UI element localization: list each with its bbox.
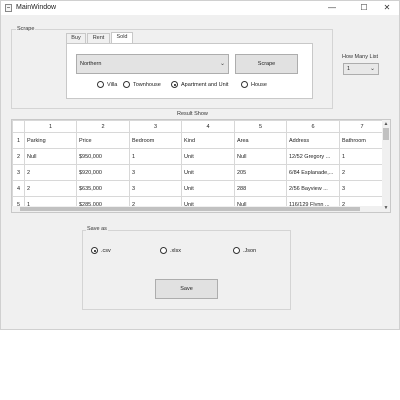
horizontal-scrollbar[interactable] [12, 206, 382, 212]
row-header[interactable]: 3 [12, 164, 25, 181]
table-cell[interactable]: Null [234, 148, 287, 165]
table-cell[interactable]: Unit [181, 148, 235, 165]
how-many-label: How Many List [342, 54, 379, 60]
save-group-label: Save as [86, 226, 108, 232]
table-cell[interactable]: Null [24, 148, 77, 165]
radio-csv[interactable]: .csv [91, 247, 111, 254]
table-cell[interactable]: 2 [24, 180, 77, 197]
table-cell[interactable]: 2 [339, 164, 385, 181]
table-cell[interactable]: 288 [234, 180, 287, 197]
title-bar: MainWindow — ☐ ✕ [1, 1, 399, 15]
scrape-group-label: Scrape [16, 26, 36, 32]
corner-header [12, 120, 25, 133]
radio-label: .csv [101, 247, 111, 254]
radio-label: Apartment and Unit [181, 81, 229, 88]
scrape-button[interactable]: Scrape [235, 54, 298, 74]
table-cell[interactable]: 3 [129, 180, 182, 197]
table-cell[interactable]: 1 [129, 148, 182, 165]
table-cell[interactable]: 1 [339, 148, 385, 165]
scrollbar-thumb[interactable] [20, 207, 360, 211]
radio-apartment-and-unit[interactable]: Apartment and Unit [171, 81, 228, 88]
radio-circle[interactable] [241, 81, 248, 88]
column-header[interactable]: 1 [24, 120, 77, 133]
region-select[interactable]: Northern ⌄ [76, 54, 229, 74]
tab-buy[interactable]: Buy [66, 33, 86, 43]
column-header[interactable]: 4 [181, 120, 235, 133]
radio-label: .xlsx [170, 247, 181, 254]
column-header[interactable]: 7 [339, 120, 385, 133]
region-select-value: Northern [80, 61, 102, 67]
table-cell[interactable]: Kind [181, 132, 235, 149]
table-cell[interactable]: 2/56 Bayview ... [286, 180, 340, 197]
tab-sold[interactable]: Sold [111, 32, 133, 43]
table-row: 1 Parking Price Bedroom Kind Area Addres… [12, 132, 385, 149]
table-cell[interactable]: 6/84 Esplanade,... [286, 164, 340, 181]
tab-rent[interactable]: Rent [87, 33, 110, 43]
row-header[interactable]: 1 [12, 132, 25, 149]
scroll-down-icon[interactable]: ▼ [382, 204, 390, 212]
column-header[interactable]: 2 [76, 120, 130, 133]
row-header[interactable]: 4 [12, 180, 25, 197]
table-cell[interactable]: Bathroom [339, 132, 385, 149]
table-cell[interactable]: Unit [181, 180, 235, 197]
radio-townhouse[interactable]: Townhouse [123, 81, 161, 88]
radio-label: .Json [243, 247, 257, 254]
table-cell[interactable]: 3 [339, 180, 385, 197]
results-table[interactable]: 1 2 3 4 5 6 7 1 Parking Price Bedroom Ki… [11, 119, 391, 213]
chevron-down-icon: ⌄ [219, 61, 225, 67]
table-cell[interactable]: 3 [129, 164, 182, 181]
close-button[interactable]: ✕ [374, 1, 400, 15]
table-cell[interactable]: $950,000 [76, 148, 130, 165]
radio-json[interactable]: .Json [233, 247, 256, 254]
scrollbar-thumb[interactable] [383, 128, 389, 140]
radio-label: Villa [107, 81, 118, 88]
sold-tab-pane: Northern ⌄ Scrape Villa Townhouse Apartm… [66, 43, 313, 99]
table-cell[interactable]: 12/52 Gregory ... [286, 148, 340, 165]
table-cell[interactable]: 2 [24, 164, 77, 181]
radio-house[interactable]: House [241, 81, 267, 88]
table-row: 3 2 $920,000 3 Unit 205 6/84 Esplanade,.… [12, 164, 385, 181]
table-cell[interactable]: Area [234, 132, 287, 149]
radio-label: House [251, 81, 267, 88]
column-header[interactable]: 6 [286, 120, 340, 133]
radio-circle[interactable] [97, 81, 104, 88]
how-many-value: 1 [347, 66, 351, 72]
app-icon [5, 4, 12, 12]
row-header[interactable]: 2 [12, 148, 25, 165]
table-row: 2 Null $950,000 1 Unit Null 12/52 Gregor… [12, 148, 385, 165]
table-cell[interactable]: Unit [181, 164, 235, 181]
radio-circle-checked[interactable] [171, 81, 178, 88]
table-cell[interactable]: Address [286, 132, 340, 149]
column-header[interactable]: 5 [234, 120, 287, 133]
radio-xlsx[interactable]: .xlsx [160, 247, 181, 254]
save-button[interactable]: Save [155, 279, 218, 299]
chevron-down-icon: ⌄ [369, 66, 375, 72]
table-cell[interactable]: 205 [234, 164, 287, 181]
table-cell[interactable]: Parking [24, 132, 77, 149]
radio-circle[interactable] [233, 247, 240, 254]
vertical-scrollbar[interactable]: ▲ ▼ [382, 120, 390, 212]
main-window: MainWindow — ☐ ✕ Scrape Buy Rent Sold No… [0, 0, 400, 330]
table-cell[interactable]: $635,000 [76, 180, 130, 197]
table-cell[interactable]: Bedroom [129, 132, 182, 149]
radio-circle[interactable] [123, 81, 130, 88]
radio-label: Townhouse [133, 81, 161, 88]
how-many-select[interactable]: 1 ⌄ [343, 63, 379, 75]
radio-villa[interactable]: Villa [97, 81, 117, 88]
radio-circle-checked[interactable] [91, 247, 98, 254]
table-cell[interactable]: $920,000 [76, 164, 130, 181]
radio-circle[interactable] [160, 247, 167, 254]
table-cell[interactable]: Price [76, 132, 130, 149]
column-header[interactable]: 3 [129, 120, 182, 133]
minimize-button[interactable]: — [319, 1, 345, 15]
scroll-up-icon[interactable]: ▲ [382, 120, 390, 128]
window-title: MainWindow [16, 4, 57, 11]
table-row: 4 2 $635,000 3 Unit 288 2/56 Bayview ...… [12, 180, 385, 197]
result-show-label: Result Show [177, 111, 208, 117]
